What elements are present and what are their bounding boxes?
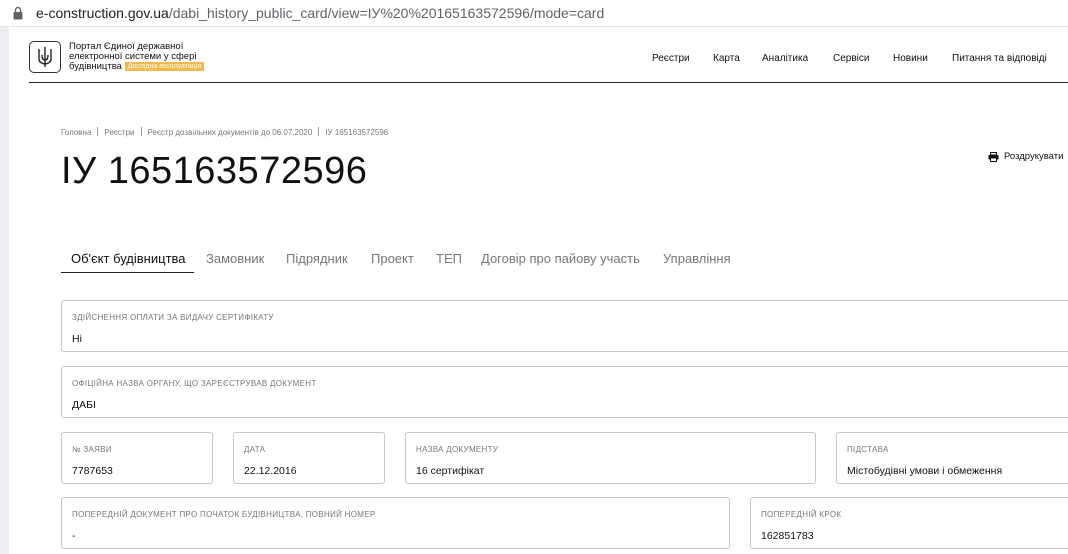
portal-name[interactable]: Портал Єдиної державної електронної сист… — [69, 42, 239, 72]
url-path: /dabi_history_public_card/view=ІУ%20%201… — [168, 5, 605, 21]
breadcrumb-current: ІУ 165163572596 — [325, 128, 389, 137]
nav-services[interactable]: Сервіси — [833, 53, 869, 64]
breadcrumb-registries[interactable]: Реєстри — [104, 128, 134, 137]
field-label: № заяви — [72, 445, 112, 454]
tab-management[interactable]: Управління — [663, 251, 731, 266]
field-previous-step: Попередній крок 162851783 — [750, 497, 1068, 549]
field-label: Попередній крок — [761, 510, 842, 519]
field-basis: Підстава Містобудівні умови і обмеження — [836, 432, 1068, 484]
browser-address-bar[interactable]: e-construction.gov.ua/dabi_history_publi… — [0, 0, 1068, 27]
field-application-no: № заяви 7787653 — [61, 432, 213, 484]
field-authority: Офіційна назва органу, що зареєстрував д… — [61, 366, 1068, 418]
site-header: Портал Єдиної державної електронної сист… — [29, 27, 1068, 83]
beta-badge: Дослідна експлуатація — [124, 62, 205, 71]
breadcrumb-separator — [318, 127, 320, 136]
lock-icon — [13, 6, 23, 20]
field-value: 22.12.2016 — [244, 465, 297, 477]
field-value: Містобудівні умови і обмеження — [847, 465, 1003, 477]
nav-registries[interactable]: Реєстри — [652, 53, 690, 64]
field-label: Назва документу — [416, 445, 499, 454]
field-document-name: Назва документу 16 сертифікат — [405, 432, 816, 484]
field-value: - — [72, 530, 76, 542]
tab-contractor[interactable]: Підрядник — [286, 251, 348, 266]
active-tab-indicator — [61, 272, 194, 273]
field-label: Підстава — [847, 445, 889, 454]
url-host: e-construction.gov.ua — [36, 5, 169, 21]
breadcrumb-separator — [140, 127, 142, 136]
printer-icon — [988, 151, 999, 162]
left-gutter — [0, 27, 9, 554]
tab-project[interactable]: Проект — [371, 251, 414, 266]
field-label: Дата — [244, 445, 266, 454]
portal-name-line3: будівництва — [69, 61, 122, 72]
page-title: ІУ 165163572596 — [61, 150, 368, 192]
nav-faq[interactable]: Питання та відповіді — [952, 53, 1047, 64]
field-previous-document: Попередній документ про початок будівниц… — [61, 497, 730, 549]
breadcrumb-home[interactable]: Головна — [61, 128, 91, 137]
tab-tep[interactable]: ТЕП — [436, 251, 462, 266]
tab-customer[interactable]: Замовник — [206, 251, 264, 266]
tab-equity-agreement[interactable]: Договір про пайову участь — [481, 251, 640, 266]
nav-map[interactable]: Карта — [713, 53, 740, 64]
breadcrumb: Головна Реєстри Реєстр дозвільних документ… — [61, 127, 388, 137]
field-label: Офіційна назва органу, що зареєстрував д… — [72, 379, 317, 388]
tab-construction-object[interactable]: Об'єкт будівництва — [71, 251, 186, 266]
field-label: Попередній документ про початок будівниц… — [72, 510, 376, 519]
trident-logo[interactable] — [29, 41, 61, 73]
field-value: 16 сертифікат — [416, 465, 485, 477]
field-value: 7787653 — [72, 465, 113, 477]
breadcrumb-registry[interactable]: Реєстр дозвільних документів до 06.07.20… — [148, 128, 313, 137]
trident-icon — [38, 47, 52, 67]
breadcrumb-separator — [97, 127, 99, 136]
field-value: Ні — [72, 333, 82, 345]
field-label: Здійснення оплати за видачу сертифікату — [72, 313, 274, 322]
field-payment: Здійснення оплати за видачу сертифікату … — [61, 300, 1068, 352]
field-date: Дата 22.12.2016 — [233, 432, 385, 484]
field-value: ДАБІ — [72, 399, 96, 411]
field-value: 162851783 — [761, 530, 814, 542]
nav-analytics[interactable]: Аналітика — [762, 53, 808, 64]
print-button[interactable]: Роздрукувати — [988, 151, 1063, 162]
nav-news[interactable]: Новини — [893, 53, 928, 64]
print-label: Роздрукувати — [1004, 151, 1064, 162]
url-text[interactable]: e-construction.gov.ua/dabi_history_publi… — [36, 5, 604, 21]
